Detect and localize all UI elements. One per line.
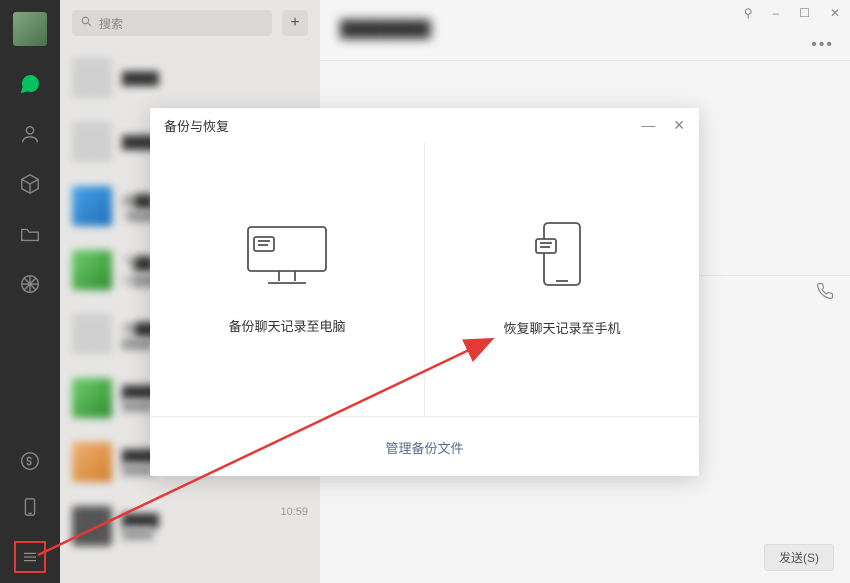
chat-icon[interactable] [18,72,42,96]
contacts-icon[interactable] [18,122,42,146]
phone-restore-icon [534,221,590,294]
modal-title: 备份与恢复 [164,116,229,135]
chat-avatar [72,58,112,98]
backup-to-pc-label: 备份聊天记录至电脑 [228,316,345,335]
pin-icon[interactable]: ⚲ [744,6,753,20]
list-item[interactable]: ████ [60,46,320,110]
manage-backup-link[interactable]: 管理备份文件 [385,438,463,457]
menu-button[interactable] [14,541,46,573]
cube-icon[interactable] [18,172,42,196]
add-button[interactable]: + [282,10,308,36]
maximize-icon[interactable]: ☐ [799,6,810,20]
restore-to-phone-option[interactable]: 恢复聊天记录至手机 [424,142,699,416]
chat-time: 10:59 [280,506,308,518]
chat-avatar [72,378,112,418]
chat-avatar [72,314,112,354]
miniprogram-icon[interactable] [18,449,42,473]
window-controls: ⚲ – ☐ ✕ [744,6,840,20]
chat-preview: ████ [122,528,270,540]
minimize-icon[interactable]: – [772,6,779,20]
chat-avatar [72,250,112,290]
list-item[interactable]: ████ ████ 10:59 [60,494,320,558]
moments-icon[interactable] [18,272,42,296]
modal-minimize-icon[interactable]: — [641,117,655,133]
chat-name: ████ [122,71,298,86]
chat-avatar [72,506,112,546]
backup-restore-modal: 备份与恢复 — ✕ 备份聊天记录至电脑 恢复聊天记录至手机 管理备份文件 [150,108,699,476]
search-placeholder: 搜索 [99,15,123,32]
chat-avatar [72,442,112,482]
avatar[interactable] [13,12,47,46]
chat-title: ████████ [340,21,431,39]
nav-sidebar [0,0,60,583]
restore-to-phone-label: 恢复聊天记录至手机 [503,318,620,337]
search-input[interactable]: 搜索 [72,10,272,36]
backup-to-pc-option[interactable]: 备份聊天记录至电脑 [150,142,424,416]
chat-avatar [72,186,112,226]
search-icon [80,15,93,31]
call-icon[interactable] [816,282,834,305]
modal-close-icon[interactable]: ✕ [673,117,685,134]
pc-icon [244,223,330,292]
folder-icon[interactable] [18,222,42,246]
phone-icon[interactable] [18,495,42,519]
send-button[interactable]: 发送(S) [764,544,834,571]
chat-name: ████ [122,513,270,528]
chat-avatar [72,122,112,162]
more-icon[interactable]: ••• [811,36,834,54]
close-icon[interactable]: ✕ [830,6,840,20]
